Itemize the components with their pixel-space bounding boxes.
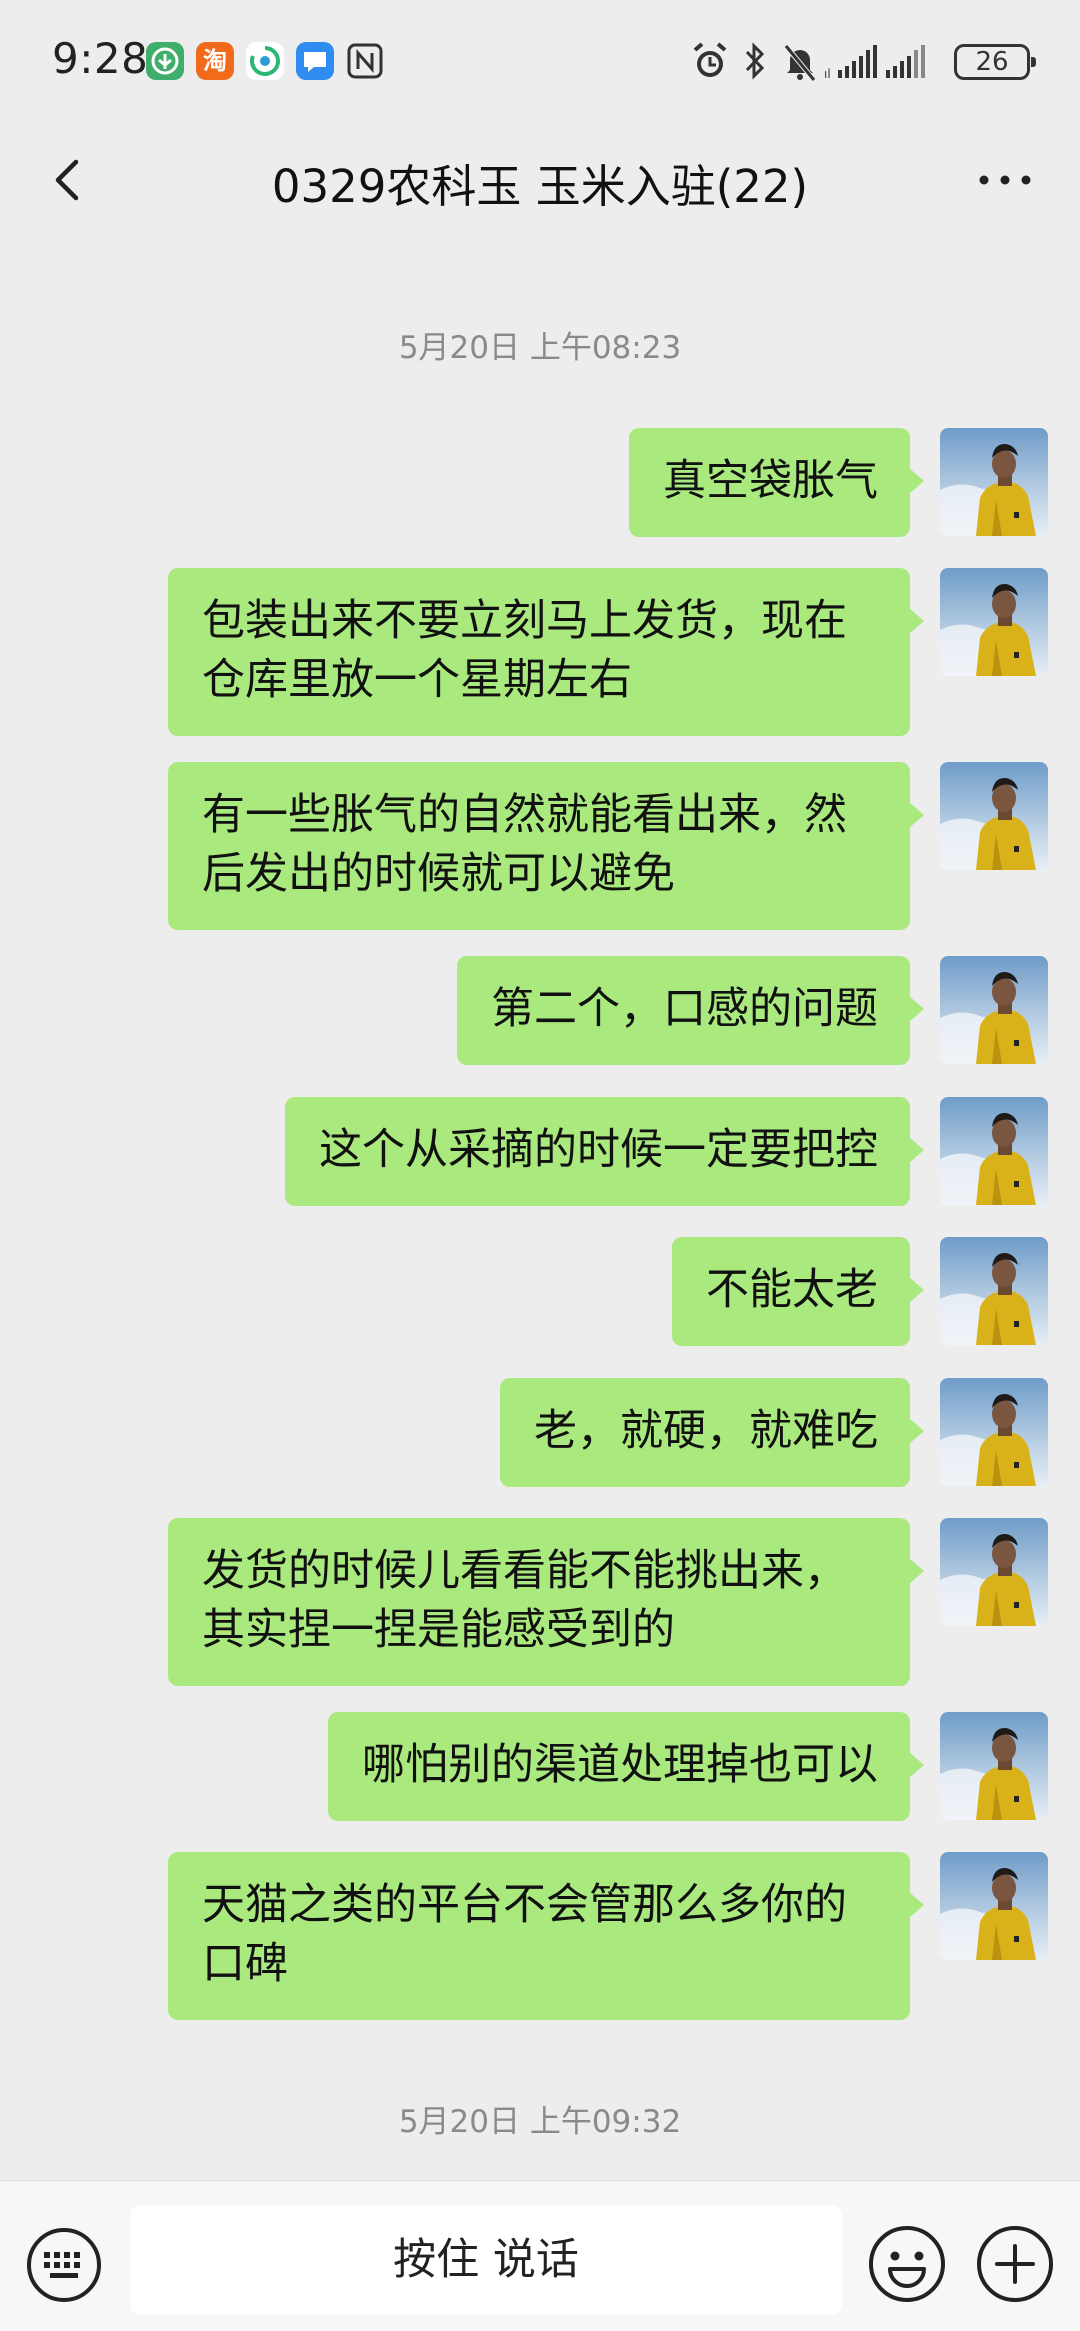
emoji-icon[interactable] — [866, 2223, 948, 2305]
timestamp: 5月20日 上午09:32 — [398, 2104, 682, 2140]
hold-to-talk-button[interactable]: 按住 说话 — [130, 2205, 842, 2315]
signal-icon: ıl — [824, 45, 877, 80]
message-bubble[interactable]: 天猫之类的平台不会管那么多你的口碑 — [168, 1852, 924, 2020]
svg-text:ıl: ıl — [824, 67, 831, 80]
avatar[interactable] — [940, 1378, 1048, 1486]
avatar[interactable] — [940, 1712, 1048, 1820]
status-time: 9:28 — [52, 34, 149, 83]
chat-title: 0329农科玉 玉米入驻(22) — [271, 160, 809, 213]
battery-indicator: 26 — [954, 44, 1036, 80]
more-options-icon[interactable] — [970, 148, 1040, 212]
swirl-app-icon — [246, 42, 284, 80]
timestamp: 5月20日 上午08:23 — [398, 330, 682, 366]
message-bubble[interactable]: 有一些胀气的自然就能看出来，然后发出的时候就可以避免 — [168, 762, 924, 930]
message-bubble[interactable]: 包装出来不要立刻马上发货，现在仓库里放一个星期左右 — [168, 568, 924, 736]
input-bar: 按住 说话 — [0, 2180, 1080, 2331]
bluetooth-icon — [745, 42, 765, 80]
keyboard-icon[interactable] — [24, 2225, 104, 2305]
nfc-icon — [346, 42, 384, 80]
avatar[interactable] — [940, 762, 1048, 870]
avatar[interactable] — [940, 956, 1048, 1064]
tree-app-icon — [146, 42, 184, 80]
taobao-icon: 淘 — [196, 42, 234, 80]
avatar[interactable] — [940, 1518, 1048, 1626]
message-bubble[interactable]: 不能太老 — [672, 1237, 924, 1346]
avatar[interactable] — [940, 1097, 1048, 1205]
mute-bell-icon — [784, 44, 816, 82]
add-more-icon[interactable] — [974, 2223, 1056, 2305]
status-bar: 9:28 淘 ıl 26 — [0, 0, 1080, 120]
avatar[interactable] — [940, 1852, 1048, 1960]
alarm-icon — [693, 42, 727, 77]
signal-icon — [886, 45, 925, 78]
avatar[interactable] — [940, 428, 1048, 536]
message-bubble[interactable]: 这个从采摘的时候一定要把控 — [285, 1097, 924, 1206]
message-bubble[interactable]: 老，就硬，就难吃 — [500, 1378, 924, 1487]
message-app-icon — [296, 42, 334, 80]
avatar[interactable] — [940, 1237, 1048, 1345]
avatar[interactable] — [940, 568, 1048, 676]
message-bubble[interactable]: 真空袋胀气 — [629, 428, 924, 537]
message-bubble[interactable]: 哪怕别的渠道处理掉也可以 — [328, 1712, 924, 1821]
chat-header: 0329农科玉 玉米入驻(22) — [0, 120, 1080, 240]
message-bubble[interactable]: 第二个，口感的问题 — [457, 956, 924, 1065]
message-bubble[interactable]: 发货的时候儿看看能不能挑出来，其实捏一捏是能感受到的 — [168, 1518, 924, 1686]
